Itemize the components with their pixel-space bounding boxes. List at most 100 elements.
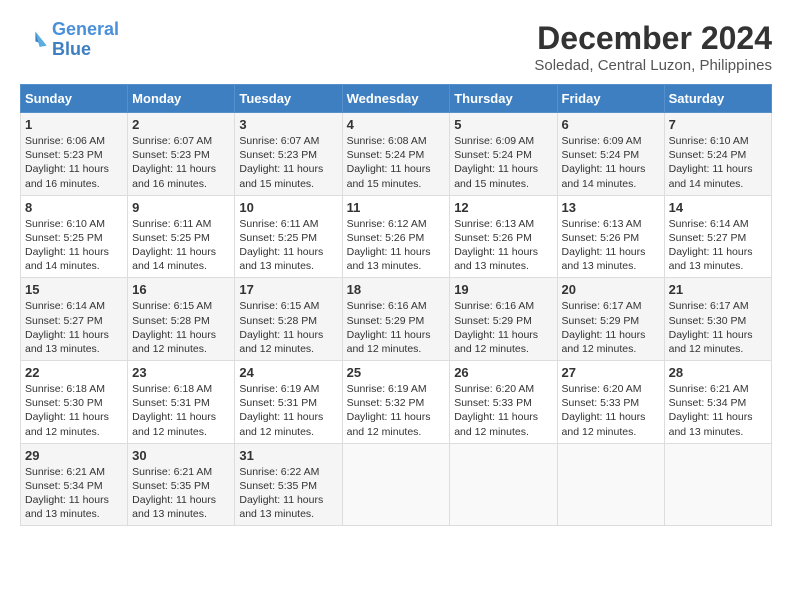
day-number: 8	[25, 200, 123, 215]
logo: General Blue	[20, 20, 119, 60]
month-title: December 2024	[534, 20, 772, 57]
calendar-cell: 30 Sunrise: 6:21 AMSunset: 5:35 PMDayligh…	[128, 443, 235, 526]
calendar-cell: 19 Sunrise: 6:16 AMSunset: 5:29 PMDayligh…	[450, 278, 557, 361]
calendar-cell	[557, 443, 664, 526]
calendar-cell: 31Sunrise: 6:22 AMSunset: 5:35 PMDayligh…	[235, 443, 342, 526]
day-info: Sunrise: 6:22 AMSunset: 5:35 PMDaylight:…	[239, 465, 337, 522]
day-info: Sunrise: 6:13 AMSunset: 5:26 PMDaylight:…	[454, 217, 552, 274]
calendar-cell: 8 Sunrise: 6:10 AMSunset: 5:25 PMDaylight…	[21, 195, 128, 278]
day-number: 29	[25, 448, 123, 463]
calendar-cell: 11 Sunrise: 6:12 AMSunset: 5:26 PMDayligh…	[342, 195, 450, 278]
day-info: Sunrise: 6:11 AMSunset: 5:25 PMDaylight:…	[239, 217, 337, 274]
logo-text: General Blue	[52, 20, 119, 60]
day-info: Sunrise: 6:11 AMSunset: 5:25 PMDaylight:…	[132, 217, 230, 274]
header-row: SundayMondayTuesdayWednesdayThursdayFrid…	[21, 85, 772, 113]
day-number: 22	[25, 365, 123, 380]
day-info: Sunrise: 6:08 AMSunset: 5:24 PMDaylight:…	[347, 134, 446, 191]
calendar-cell	[450, 443, 557, 526]
day-number: 10	[239, 200, 337, 215]
day-number: 24	[239, 365, 337, 380]
day-number: 17	[239, 282, 337, 297]
day-info: Sunrise: 6:13 AMSunset: 5:26 PMDaylight:…	[562, 217, 660, 274]
col-header-thursday: Thursday	[450, 85, 557, 113]
calendar-cell: 6Sunrise: 6:09 AMSunset: 5:24 PMDaylight…	[557, 113, 664, 196]
calendar-cell: 16 Sunrise: 6:15 AMSunset: 5:28 PMDayligh…	[128, 278, 235, 361]
day-number: 28	[669, 365, 767, 380]
location-subtitle: Soledad, Central Luzon, Philippines	[534, 57, 772, 74]
calendar-table: SundayMondayTuesdayWednesdayThursdayFrid…	[20, 84, 772, 526]
day-number: 26	[454, 365, 552, 380]
calendar-cell: 29 Sunrise: 6:21 AMSunset: 5:34 PMDayligh…	[21, 443, 128, 526]
calendar-cell: 18 Sunrise: 6:16 AMSunset: 5:29 PMDayligh…	[342, 278, 450, 361]
week-row-3: 15 Sunrise: 6:14 AMSunset: 5:27 PMDayligh…	[21, 278, 772, 361]
week-row-2: 8 Sunrise: 6:10 AMSunset: 5:25 PMDaylight…	[21, 195, 772, 278]
calendar-cell	[664, 443, 771, 526]
day-info: Sunrise: 6:14 AMSunset: 5:27 PMDaylight:…	[669, 217, 767, 274]
calendar-cell: 20Sunrise: 6:17 AMSunset: 5:29 PMDayligh…	[557, 278, 664, 361]
day-info: Sunrise: 6:19 AMSunset: 5:32 PMDaylight:…	[347, 382, 446, 439]
calendar-cell: 25 Sunrise: 6:19 AMSunset: 5:32 PMDayligh…	[342, 361, 450, 444]
day-info: Sunrise: 6:10 AMSunset: 5:25 PMDaylight:…	[25, 217, 123, 274]
day-info: Sunrise: 6:16 AMSunset: 5:29 PMDaylight:…	[347, 299, 446, 356]
day-info: Sunrise: 6:21 AMSunset: 5:34 PMDaylight:…	[669, 382, 767, 439]
calendar-cell: 28 Sunrise: 6:21 AMSunset: 5:34 PMDayligh…	[664, 361, 771, 444]
day-info: Sunrise: 6:06 AMSunset: 5:23 PMDaylight:…	[25, 134, 123, 191]
day-number: 11	[347, 200, 446, 215]
day-number: 25	[347, 365, 446, 380]
week-row-5: 29 Sunrise: 6:21 AMSunset: 5:34 PMDayligh…	[21, 443, 772, 526]
calendar-cell: 26Sunrise: 6:20 AMSunset: 5:33 PMDayligh…	[450, 361, 557, 444]
col-header-tuesday: Tuesday	[235, 85, 342, 113]
col-header-saturday: Saturday	[664, 85, 771, 113]
logo-icon	[20, 26, 48, 54]
calendar-cell: 5 Sunrise: 6:09 AMSunset: 5:24 PMDaylight…	[450, 113, 557, 196]
calendar-cell	[342, 443, 450, 526]
day-info: Sunrise: 6:15 AMSunset: 5:28 PMDaylight:…	[132, 299, 230, 356]
day-number: 5	[454, 117, 552, 132]
calendar-cell: 4 Sunrise: 6:08 AMSunset: 5:24 PMDaylight…	[342, 113, 450, 196]
day-number: 12	[454, 200, 552, 215]
day-number: 1	[25, 117, 123, 132]
day-info: Sunrise: 6:07 AMSunset: 5:23 PMDaylight:…	[239, 134, 337, 191]
day-info: Sunrise: 6:18 AMSunset: 5:30 PMDaylight:…	[25, 382, 123, 439]
day-info: Sunrise: 6:21 AMSunset: 5:34 PMDaylight:…	[25, 465, 123, 522]
day-number: 20	[562, 282, 660, 297]
col-header-sunday: Sunday	[21, 85, 128, 113]
calendar-cell: 2 Sunrise: 6:07 AMSunset: 5:23 PMDaylight…	[128, 113, 235, 196]
day-number: 15	[25, 282, 123, 297]
day-info: Sunrise: 6:12 AMSunset: 5:26 PMDaylight:…	[347, 217, 446, 274]
calendar-cell: 9 Sunrise: 6:11 AMSunset: 5:25 PMDaylight…	[128, 195, 235, 278]
calendar-cell: 24Sunrise: 6:19 AMSunset: 5:31 PMDayligh…	[235, 361, 342, 444]
day-number: 23	[132, 365, 230, 380]
day-number: 27	[562, 365, 660, 380]
day-info: Sunrise: 6:20 AMSunset: 5:33 PMDaylight:…	[562, 382, 660, 439]
day-info: Sunrise: 6:21 AMSunset: 5:35 PMDaylight:…	[132, 465, 230, 522]
day-number: 21	[669, 282, 767, 297]
week-row-4: 22 Sunrise: 6:18 AMSunset: 5:30 PMDayligh…	[21, 361, 772, 444]
day-number: 19	[454, 282, 552, 297]
day-info: Sunrise: 6:09 AMSunset: 5:24 PMDaylight:…	[454, 134, 552, 191]
col-header-monday: Monday	[128, 85, 235, 113]
calendar-cell: 14Sunrise: 6:14 AMSunset: 5:27 PMDayligh…	[664, 195, 771, 278]
day-number: 6	[562, 117, 660, 132]
day-number: 18	[347, 282, 446, 297]
day-number: 2	[132, 117, 230, 132]
day-info: Sunrise: 6:18 AMSunset: 5:31 PMDaylight:…	[132, 382, 230, 439]
calendar-cell: 22 Sunrise: 6:18 AMSunset: 5:30 PMDayligh…	[21, 361, 128, 444]
day-info: Sunrise: 6:10 AMSunset: 5:24 PMDaylight:…	[669, 134, 767, 191]
calendar-cell: 13Sunrise: 6:13 AMSunset: 5:26 PMDayligh…	[557, 195, 664, 278]
day-info: Sunrise: 6:14 AMSunset: 5:27 PMDaylight:…	[25, 299, 123, 356]
calendar-cell: 17Sunrise: 6:15 AMSunset: 5:28 PMDayligh…	[235, 278, 342, 361]
calendar-cell: 15 Sunrise: 6:14 AMSunset: 5:27 PMDayligh…	[21, 278, 128, 361]
day-number: 7	[669, 117, 767, 132]
day-number: 9	[132, 200, 230, 215]
day-info: Sunrise: 6:07 AMSunset: 5:23 PMDaylight:…	[132, 134, 230, 191]
calendar-cell: 10 Sunrise: 6:11 AMSunset: 5:25 PMDayligh…	[235, 195, 342, 278]
day-number: 16	[132, 282, 230, 297]
calendar-cell: 3Sunrise: 6:07 AMSunset: 5:23 PMDaylight…	[235, 113, 342, 196]
title-block: December 2024 Soledad, Central Luzon, Ph…	[534, 20, 772, 74]
day-number: 4	[347, 117, 446, 132]
calendar-cell: 7 Sunrise: 6:10 AMSunset: 5:24 PMDaylight…	[664, 113, 771, 196]
day-info: Sunrise: 6:16 AMSunset: 5:29 PMDaylight:…	[454, 299, 552, 356]
day-number: 30	[132, 448, 230, 463]
page-header: General Blue December 2024 Soledad, Cent…	[20, 20, 772, 74]
